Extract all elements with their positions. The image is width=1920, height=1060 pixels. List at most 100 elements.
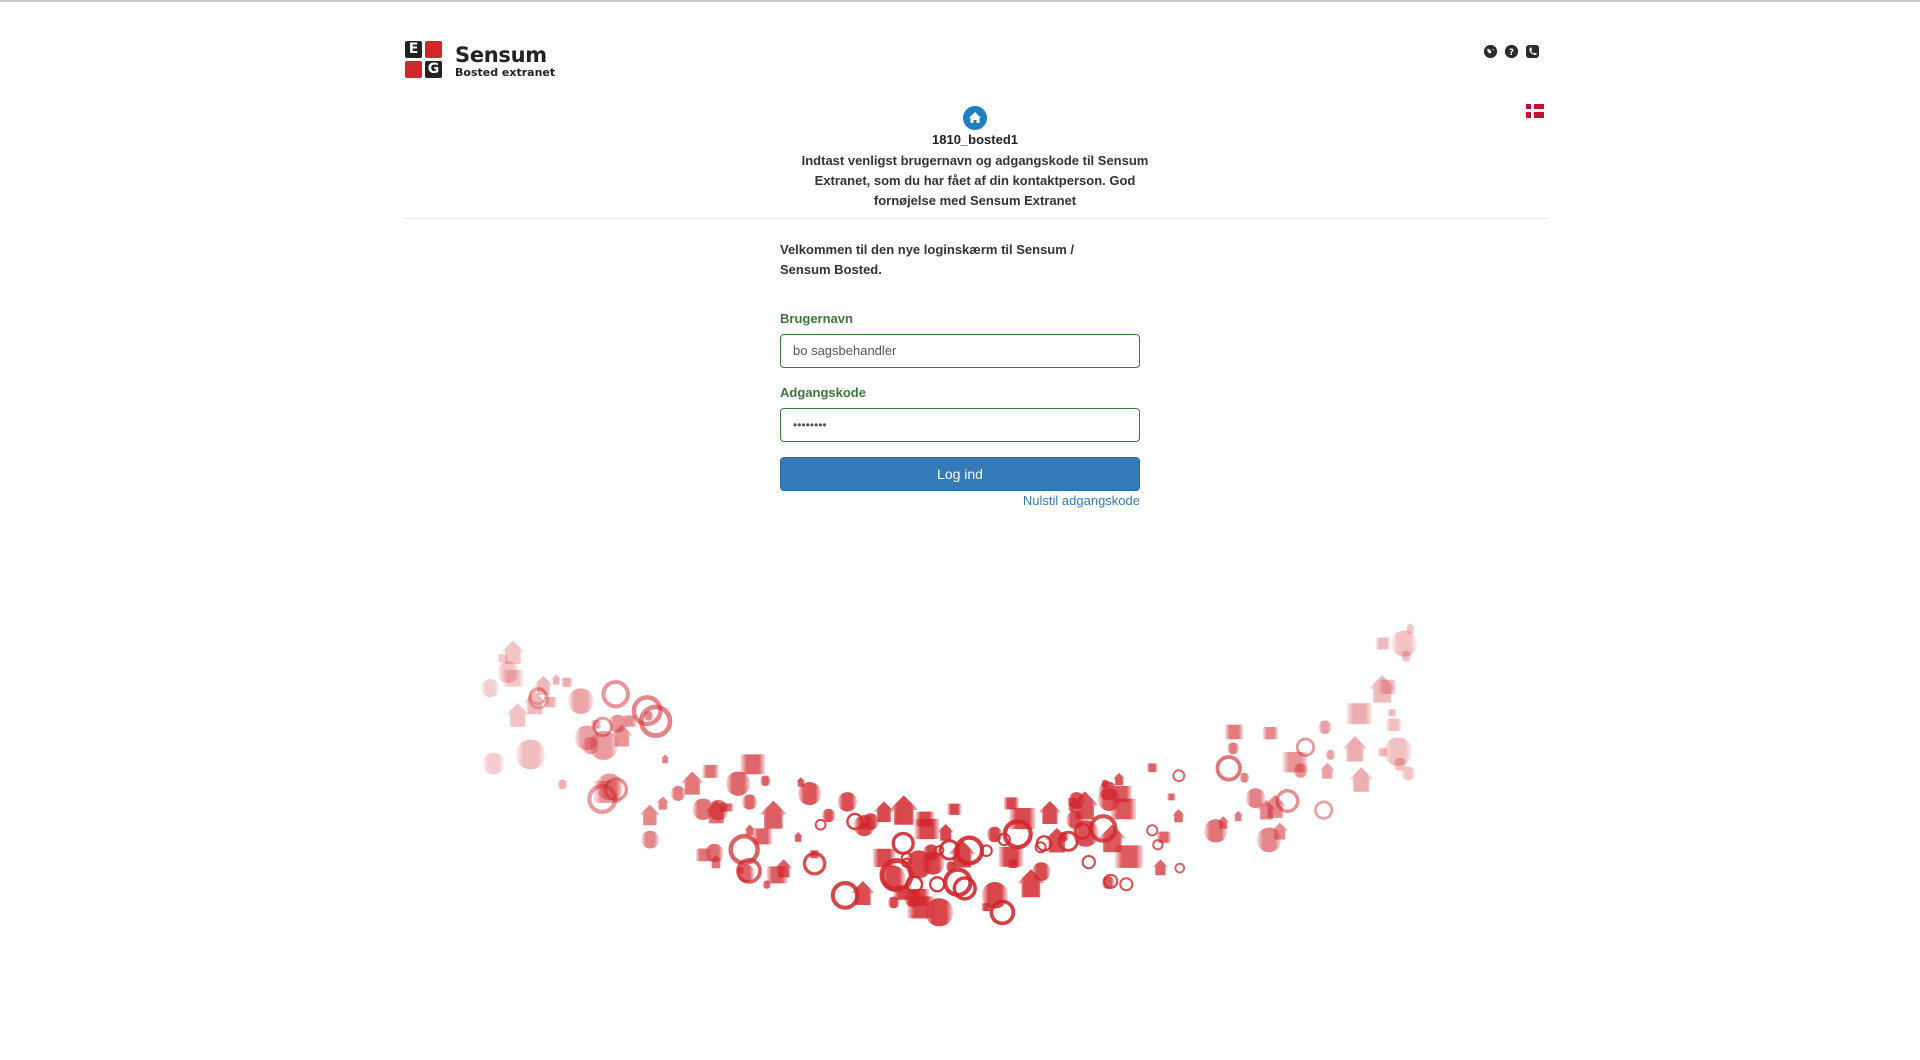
wave-house-icon	[656, 796, 670, 810]
wave-house-icon	[937, 823, 955, 841]
wave-square-icon	[1167, 793, 1176, 801]
wave-circle-icon	[1227, 742, 1239, 755]
wave-ring-icon	[1215, 755, 1242, 782]
wave-circle-icon	[986, 826, 1003, 843]
sensum-logo: E G Sensum Bosted extranet	[405, 41, 555, 81]
password-input[interactable]: ••••••••	[780, 408, 1140, 442]
wave-circle-icon	[797, 781, 822, 806]
wave-circle-icon	[641, 830, 660, 849]
wave-circle-icon	[1066, 810, 1084, 829]
wave-circle-icon	[822, 808, 836, 823]
wave-square-icon	[1114, 845, 1144, 868]
wave-ring-icon	[830, 880, 860, 910]
wave-house-icon	[759, 800, 788, 829]
wave-square-icon	[914, 818, 940, 840]
wave-circle-icon	[568, 688, 594, 714]
wave-circle-icon	[742, 794, 758, 810]
wave-square-icon	[1387, 709, 1397, 717]
decorative-icon-wave-illustration	[481, 623, 1418, 927]
help-icon[interactable]: ?	[1505, 45, 1518, 58]
app-subtitle: Bosted extranet	[455, 65, 556, 79]
wave-ring-icon	[601, 679, 630, 709]
wave-square-icon	[1224, 724, 1244, 740]
house-icon	[963, 106, 987, 130]
wave-square-icon	[1003, 797, 1019, 810]
wave-house-icon	[1233, 810, 1244, 821]
wave-circle-icon	[925, 898, 954, 927]
intro-text: Indtast venligst brugernavn og adgangsko…	[801, 153, 1149, 208]
wave-house-icon	[533, 675, 553, 695]
wave-ring-icon	[814, 818, 827, 831]
wave-ring-icon	[1119, 877, 1134, 892]
wave-ring-icon	[1172, 769, 1186, 783]
wave-circle-icon	[1401, 766, 1416, 781]
wave-square-icon	[1009, 807, 1036, 830]
wave-square-icon	[502, 669, 524, 687]
wave-square-icon	[947, 803, 962, 815]
wave-circle-icon	[726, 771, 751, 796]
wave-circle-icon	[482, 752, 505, 775]
wave-square-icon	[1386, 718, 1402, 731]
wave-square-icon	[1110, 798, 1137, 820]
wave-circle-icon	[760, 775, 771, 787]
username-input[interactable]: bo sagsbehandler	[780, 334, 1140, 368]
wave-circle-icon	[643, 710, 654, 721]
wave-ring-icon	[1081, 854, 1096, 870]
wave-circle-icon	[1068, 803, 1077, 813]
wave-circle-icon	[1204, 819, 1228, 843]
wave-square-icon	[1378, 748, 1389, 757]
wave-house-icon	[889, 795, 919, 825]
wave-square-icon	[740, 754, 766, 775]
wave-square-icon	[1375, 637, 1391, 650]
wave-circle-icon	[1101, 876, 1115, 889]
organization-name: 1810_bosted1	[932, 132, 1018, 147]
wave-circle-icon	[1100, 779, 1110, 789]
wave-house-icon	[639, 804, 661, 826]
wave-circle-icon	[837, 792, 858, 812]
wave-circle-icon	[557, 779, 568, 790]
header-divider	[405, 218, 1547, 219]
header-icons: ?	[1484, 45, 1539, 58]
wave-circle-icon	[880, 865, 906, 891]
welcome-text: Velkommen til den nye loginskærm til Sen…	[780, 242, 1075, 277]
wave-house-icon	[1319, 762, 1336, 779]
top-border	[0, 0, 1920, 2]
wave-circle-icon	[887, 896, 900, 909]
wave-square-icon	[695, 848, 712, 862]
wave-square-icon	[981, 903, 992, 912]
wave-house-icon	[551, 674, 562, 685]
wave-ring-icon	[1314, 800, 1334, 820]
reset-password-link[interactable]: Nulstil adgangskode	[780, 493, 1140, 508]
wave-house-icon	[1171, 809, 1186, 823]
wave-square-icon	[998, 846, 1024, 867]
wave-house-icon	[1349, 767, 1374, 792]
danish-flag-icon[interactable]	[1526, 104, 1544, 118]
wave-circle-icon	[736, 864, 755, 883]
wave-circle-icon	[1325, 749, 1336, 760]
wave-square-icon	[497, 654, 508, 663]
username-label: Brugernavn	[780, 311, 853, 326]
wave-house-icon	[1038, 801, 1062, 825]
svg-text:?: ?	[1509, 48, 1514, 58]
wave-circle-icon	[670, 786, 686, 801]
wave-square-icon	[752, 828, 773, 845]
wave-circle-icon	[1318, 720, 1332, 734]
app-title: Sensum	[455, 42, 547, 67]
globe-icon[interactable]	[1484, 45, 1497, 58]
password-label: Adgangskode	[780, 385, 866, 400]
phone-icon[interactable]	[1526, 45, 1539, 58]
login-button[interactable]: Log ind	[780, 457, 1140, 491]
logo-letter-g: G	[427, 61, 440, 77]
wave-circle-icon	[481, 679, 500, 698]
wave-ring-icon	[1146, 824, 1159, 837]
wave-ring-icon	[928, 876, 946, 893]
wave-square-icon	[1346, 703, 1373, 725]
wave-house-icon	[505, 703, 530, 727]
wave-square-icon	[561, 677, 573, 687]
logo-letter-e: E	[408, 41, 419, 57]
wave-ring-icon	[952, 876, 977, 901]
wave-house-icon	[793, 832, 804, 842]
wave-square-icon	[1146, 763, 1158, 773]
wave-house-icon	[1152, 859, 1169, 876]
wave-ring-icon	[1174, 862, 1186, 874]
